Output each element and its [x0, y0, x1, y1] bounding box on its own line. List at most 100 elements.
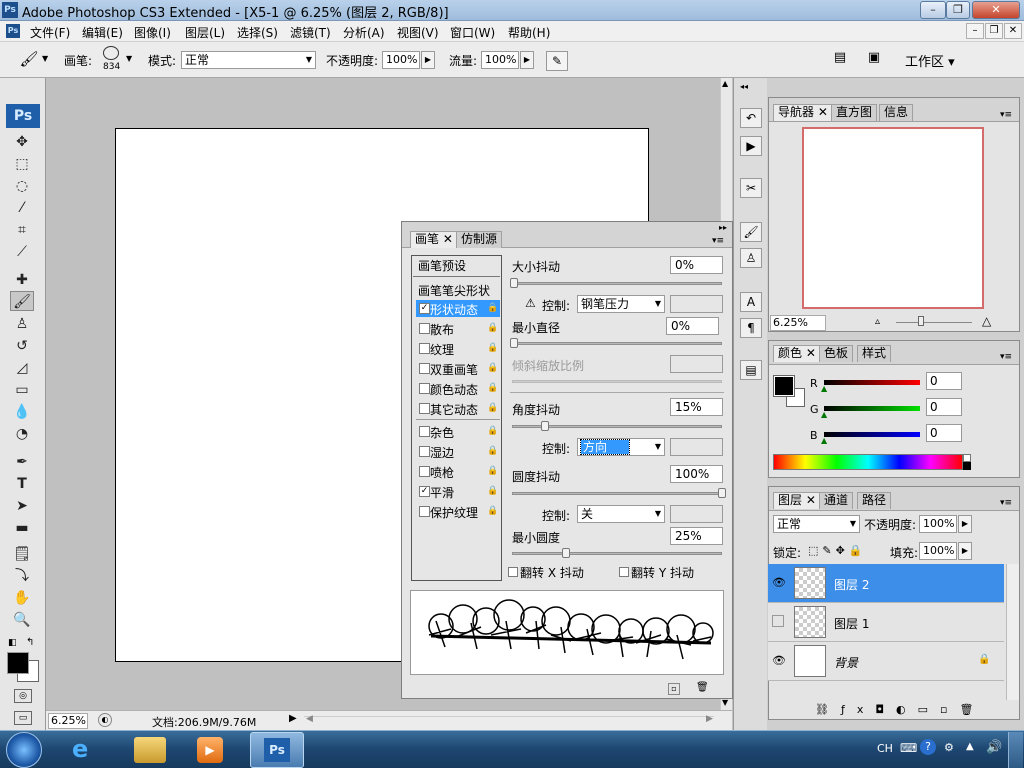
menu-window[interactable]: 窗口(W): [450, 24, 495, 41]
layer-name[interactable]: 图层 2: [834, 576, 869, 593]
opacity-input[interactable]: 100%: [382, 51, 420, 69]
lock-icon[interactable]: 🔒: [487, 323, 498, 334]
pen-tool-icon[interactable]: ✒: [10, 452, 34, 472]
visibility-box[interactable]: [772, 615, 784, 627]
scroll-right-icon[interactable]: ▶: [706, 714, 713, 724]
bridge-icon[interactable]: ▣: [862, 50, 886, 70]
lasso-tool-icon[interactable]: ◌: [10, 176, 34, 196]
size-jitter-input[interactable]: 0%: [670, 256, 723, 274]
brush-presets-item[interactable]: 画笔预设: [413, 257, 500, 277]
clone-source-icon[interactable]: ♙: [740, 248, 762, 268]
lock-icon[interactable]: 🔒: [487, 506, 498, 517]
close-button[interactable]: ✕: [972, 1, 1020, 19]
tray-settings-icon[interactable]: ⚙: [944, 741, 954, 754]
smoothing-checkbox[interactable]: ✓: [419, 486, 430, 497]
other-dynamics-label[interactable]: 其它动态: [430, 401, 478, 418]
actions-panel-icon[interactable]: ▶: [740, 136, 762, 156]
angle-jitter-input[interactable]: 15%: [670, 398, 723, 416]
media-player-icon[interactable]: ▶: [197, 737, 223, 763]
menu-edit[interactable]: 编辑(E): [82, 24, 123, 41]
brush-preview-icon[interactable]: [103, 46, 119, 60]
brush-tool-icon[interactable]: 🖌: [10, 291, 34, 311]
opacity-arrow-icon[interactable]: ▶: [421, 51, 435, 69]
airbrush-icon[interactable]: ✎: [546, 51, 568, 71]
volume-icon[interactable]: 🔊: [986, 740, 1002, 755]
status-info-icon[interactable]: ◐: [98, 713, 112, 727]
min-diameter-slider[interactable]: [512, 342, 722, 345]
layer-row-1[interactable]: 图层 1: [768, 603, 1004, 642]
doc-restore-button[interactable]: ❐: [985, 23, 1003, 39]
quick-mask-icon[interactable]: ◎: [14, 689, 32, 703]
roundness-jitter-slider-knob[interactable]: [718, 488, 726, 498]
channel-r-slider[interactable]: [824, 380, 920, 385]
path-selection-tool-icon[interactable]: ➤: [10, 496, 34, 516]
minimize-button[interactable]: –: [920, 1, 946, 19]
tab-clone-source[interactable]: 仿制源: [456, 231, 503, 248]
scattering-label[interactable]: 散布: [430, 321, 454, 338]
help-icon[interactable]: ?: [920, 739, 936, 755]
panel-menu-icon[interactable]: ▾≡: [712, 236, 724, 246]
min-roundness-slider-knob[interactable]: [562, 548, 570, 558]
workspace-menu[interactable]: 工作区 ▾: [905, 51, 955, 70]
menu-image[interactable]: 图像(I): [134, 24, 171, 41]
history-panel-icon[interactable]: ↶: [740, 108, 762, 128]
blur-tool-icon[interactable]: 💧: [10, 402, 34, 422]
crop-tool-icon[interactable]: ⌗: [10, 220, 34, 240]
ps-logo[interactable]: Ps: [6, 104, 40, 128]
tab-swatches[interactable]: 色板: [819, 345, 854, 362]
shape-dynamics-label[interactable]: 形状动态: [430, 301, 478, 318]
angle-control-select[interactable]: 方向: [577, 438, 665, 456]
default-colors-icon[interactable]: ◧: [8, 638, 17, 648]
channel-b-input[interactable]: 0: [926, 424, 962, 442]
navigator-preview[interactable]: [802, 127, 984, 309]
trash-icon[interactable]: 🗑: [696, 682, 709, 694]
tab-color[interactable]: 颜色 ✕: [773, 345, 821, 362]
lock-icon[interactable]: 🔒: [487, 486, 498, 497]
swap-colors-icon[interactable]: ↰: [26, 637, 34, 648]
color-spectrum-ramp[interactable]: [773, 454, 963, 470]
fill-input[interactable]: 100%: [919, 542, 957, 560]
panel-menu-icon[interactable]: ▾≡: [1000, 110, 1012, 120]
channel-g-input[interactable]: 0: [926, 398, 962, 416]
panel-menu-icon[interactable]: ▾≡: [1000, 352, 1012, 362]
tab-channels[interactable]: 通道: [819, 492, 854, 509]
panel-collapse-icon[interactable]: ▸▸: [719, 223, 727, 232]
navigator-zoom-slider[interactable]: [896, 322, 972, 323]
smoothing-label[interactable]: 平滑: [430, 484, 454, 501]
mode-select[interactable]: 正常: [181, 51, 316, 69]
size-control-select[interactable]: 钢笔压力: [577, 295, 665, 313]
shape-tool-icon[interactable]: ▬: [10, 518, 34, 538]
size-jitter-slider[interactable]: [512, 282, 722, 285]
roundness-jitter-slider[interactable]: [512, 492, 722, 495]
tab-navigator[interactable]: 导航器 ✕: [773, 104, 833, 121]
explorer-icon[interactable]: [134, 737, 166, 763]
layer-row-background[interactable]: 👁 背景 🔒: [768, 642, 1004, 681]
notes-tool-icon[interactable]: 🗒: [10, 544, 34, 564]
lock-icon[interactable]: 🔒: [487, 303, 498, 314]
channel-b-knob[interactable]: ▲: [821, 436, 827, 445]
menu-file[interactable]: 文件(F): [30, 24, 70, 41]
layer-row-2[interactable]: 👁 图层 2: [768, 564, 1004, 603]
clone-stamp-tool-icon[interactable]: ♙: [10, 314, 34, 334]
lock-icon[interactable]: 🔒: [487, 426, 498, 437]
panel-menu-icon[interactable]: ▾≡: [1000, 498, 1012, 508]
scroll-down-icon[interactable]: ▼: [722, 698, 728, 707]
brush-picker-chevron-icon[interactable]: ▼: [126, 54, 132, 63]
flip-y-checkbox[interactable]: [619, 567, 629, 577]
wet-edges-checkbox[interactable]: [419, 446, 430, 457]
dodge-tool-icon[interactable]: ◔: [10, 424, 34, 444]
zoom-field[interactable]: 6.25%: [48, 713, 88, 729]
tab-info[interactable]: 信息: [879, 104, 914, 121]
layers-scrollbar[interactable]: [1006, 564, 1019, 700]
lock-icon[interactable]: 🔒: [487, 363, 498, 374]
color-dynamics-checkbox[interactable]: [419, 383, 430, 394]
menu-view[interactable]: 视图(V): [397, 24, 439, 41]
show-desktop-button[interactable]: [1008, 732, 1023, 768]
lock-icon[interactable]: 🔒: [487, 383, 498, 394]
white-swatch[interactable]: [963, 454, 971, 462]
black-swatch[interactable]: [963, 462, 971, 470]
tab-brushes[interactable]: 画笔 ✕: [410, 231, 458, 248]
protect-texture-checkbox[interactable]: [419, 506, 430, 517]
channel-b-slider[interactable]: [824, 432, 920, 437]
flow-arrow-icon[interactable]: ▶: [520, 51, 534, 69]
